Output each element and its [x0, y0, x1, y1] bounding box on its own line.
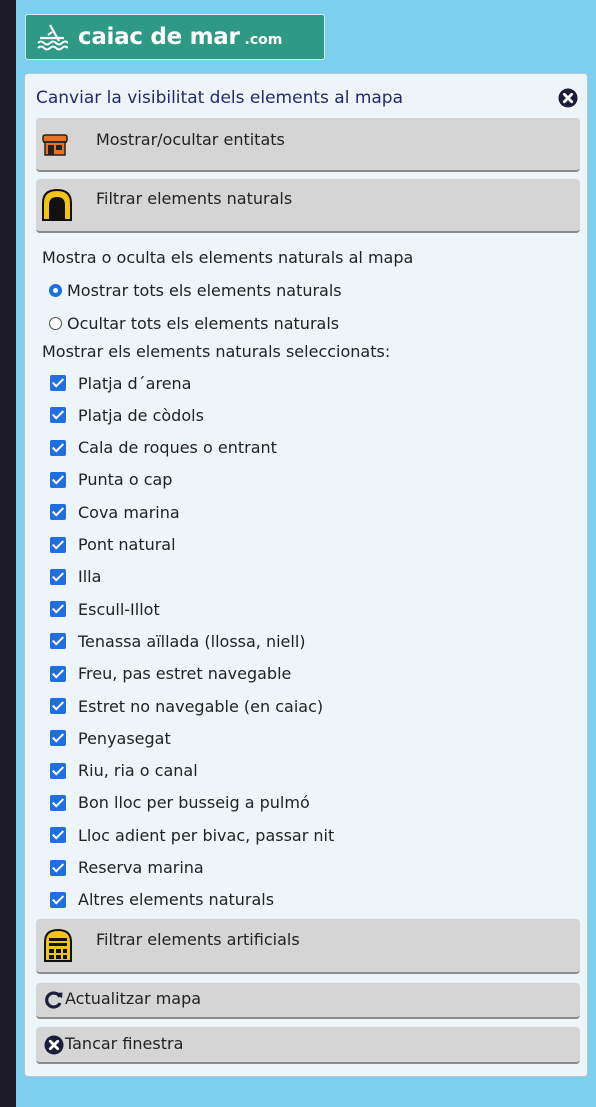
natural-element-label: Altres elements naturals: [78, 890, 275, 910]
radio-hide-all-label: Ocultar tots els elements naturals: [67, 313, 340, 333]
natural-element-option[interactable]: Cova marina: [50, 500, 180, 524]
natural-element-label: Cala de roques o entrant: [78, 438, 277, 458]
natural-element-option[interactable]: Platja d´arena: [50, 371, 191, 395]
toggle-entities-label: Mostrar/ocultar entitats: [96, 130, 285, 149]
natural-element-option[interactable]: Escull-Illot: [50, 597, 160, 621]
refresh-icon: [45, 991, 63, 1009]
radio-show-all-indicator[interactable]: [49, 283, 62, 297]
checkbox[interactable]: [50, 665, 66, 682]
filter-natural-label: Filtrar elements naturals: [96, 189, 293, 208]
logo-tld: .com: [244, 32, 283, 48]
checkbox[interactable]: [50, 762, 66, 779]
natural-description: Mostra o oculta els elements naturals al…: [42, 248, 414, 267]
checkbox[interactable]: [50, 439, 66, 456]
natural-element-label: Escull-Illot: [78, 599, 160, 619]
checkbox[interactable]: [50, 407, 66, 424]
checkbox[interactable]: [50, 859, 66, 876]
logo-name: caiac de mar: [78, 24, 240, 50]
checkbox[interactable]: [50, 504, 66, 521]
lighthouse-building-icon: [44, 928, 72, 962]
visibility-panel: Canviar la visibilitat dels elements al …: [24, 73, 588, 1077]
close-window-button[interactable]: Tancar finestra: [36, 1027, 580, 1064]
natural-element-option[interactable]: Platja de còdols: [50, 403, 204, 427]
natural-element-label: Freu, pas estret navegable: [78, 664, 292, 684]
natural-element-label: Estret no navegable (en caiac): [78, 696, 324, 716]
natural-element-label: Platja de còdols: [78, 405, 204, 425]
natural-element-option[interactable]: Tenassa aïllada (llossa, niell): [50, 629, 306, 653]
natural-element-option[interactable]: Estret no navegable (en caiac): [50, 694, 323, 718]
checkbox[interactable]: [50, 471, 66, 488]
natural-element-option[interactable]: Altres elements naturals: [50, 888, 274, 912]
filter-natural-button[interactable]: Filtrar elements naturals: [36, 179, 580, 233]
panel-title: Canviar la visibilitat dels elements al …: [36, 88, 404, 108]
checkbox[interactable]: [50, 730, 66, 747]
selected-elements-label: Mostrar els elements naturals selecciona…: [42, 342, 391, 361]
natural-element-label: Penyasegat: [78, 728, 171, 748]
close-icon[interactable]: [558, 88, 578, 108]
checkbox[interactable]: [50, 375, 66, 391]
natural-element-option[interactable]: Pont natural: [50, 533, 176, 557]
bottom-bar: [16, 1080, 596, 1107]
filter-artificial-button[interactable]: Filtrar elements artificials: [36, 919, 580, 974]
filter-artificial-label: Filtrar elements artificials: [96, 930, 300, 949]
checkbox[interactable]: [50, 891, 66, 908]
natural-element-label: Pont natural: [78, 535, 176, 554]
refresh-map-label: Actualitzar mapa: [65, 989, 202, 1008]
toggle-entities-button[interactable]: Mostrar/ocultar entitats: [36, 118, 580, 172]
natural-element-option[interactable]: Bon lloc per busseig a pulmó: [50, 791, 310, 815]
site-logo[interactable]: caiac de mar .com: [25, 14, 325, 60]
kayak-waves-icon: [37, 24, 68, 51]
natural-element-label: Reserva marina: [78, 858, 204, 877]
natural-element-option[interactable]: Lloc adient per bivac, passar nit: [50, 823, 334, 847]
close-window-label: Tancar finestra: [65, 1034, 184, 1053]
natural-element-option[interactable]: Penyasegat: [50, 726, 171, 750]
natural-element-option[interactable]: Riu, ria o canal: [50, 759, 198, 783]
natural-element-option[interactable]: Reserva marina: [50, 856, 204, 880]
shop-icon: [42, 134, 68, 156]
refresh-map-button[interactable]: Actualitzar mapa: [36, 983, 580, 1019]
natural-element-option[interactable]: Freu, pas estret navegable: [50, 662, 291, 686]
checkbox[interactable]: [50, 568, 66, 585]
app-frame: caiac de mar .com Canviar la visibilitat…: [16, 0, 596, 1107]
radio-show-all[interactable]: Mostrar tots els elements naturals: [49, 278, 342, 302]
natural-element-option[interactable]: Illa: [50, 565, 101, 589]
natural-element-label: Lloc adient per bivac, passar nit: [78, 825, 335, 845]
radio-hide-all-indicator[interactable]: [49, 316, 62, 330]
cave-arch-icon: [42, 189, 72, 221]
close-circle-icon: [44, 1035, 64, 1055]
checkbox[interactable]: [50, 536, 66, 553]
natural-element-option[interactable]: Punta o cap: [50, 468, 172, 492]
natural-element-label: Tenassa aïllada (llossa, niell): [78, 631, 306, 651]
natural-element-label: Platja d´arena: [78, 373, 192, 393]
checkbox[interactable]: [50, 601, 66, 618]
natural-element-label: Cova marina: [78, 502, 180, 522]
natural-element-option[interactable]: Cala de roques o entrant: [50, 436, 277, 460]
natural-element-label: Bon lloc per busseig a pulmó: [78, 793, 310, 813]
radio-hide-all[interactable]: Ocultar tots els elements naturals: [49, 311, 339, 335]
natural-element-label: Riu, ria o canal: [78, 761, 198, 781]
radio-show-all-label: Mostrar tots els elements naturals: [67, 280, 342, 300]
checkbox[interactable]: [50, 794, 66, 811]
checkbox[interactable]: [50, 698, 66, 714]
checkbox[interactable]: [50, 633, 66, 650]
checkbox[interactable]: [50, 827, 66, 844]
natural-element-label: Illa: [78, 567, 102, 587]
natural-element-label: Punta o cap: [78, 470, 173, 490]
